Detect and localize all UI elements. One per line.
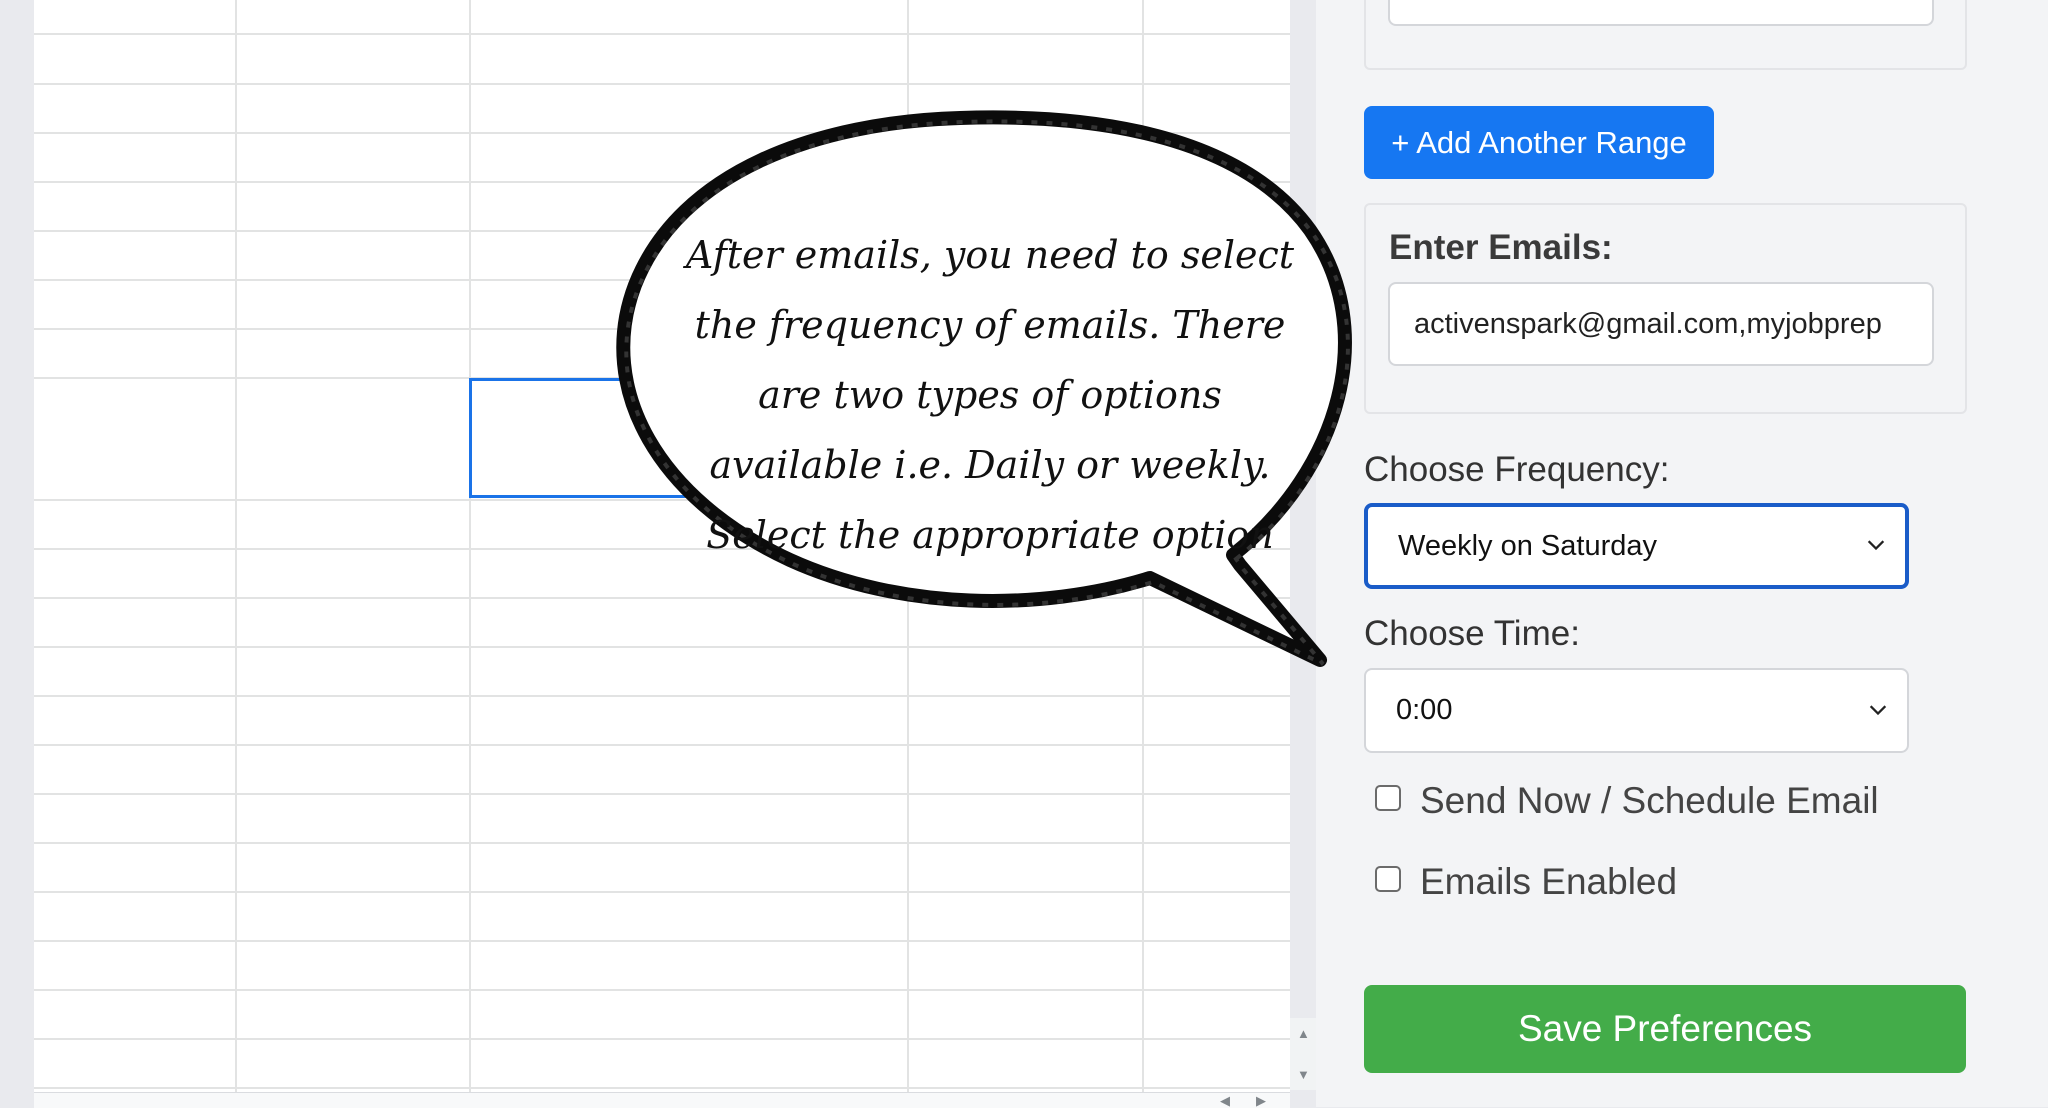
frequency-select[interactable]: Weekly on Saturday	[1364, 503, 1909, 589]
range-card	[1364, 0, 1967, 70]
time-select[interactable]: 0:00	[1364, 668, 1909, 753]
column-divider	[469, 0, 471, 1092]
triangle-right-icon[interactable]: ▶	[1256, 1094, 1266, 1107]
save-preferences-label: Save Preferences	[1517, 1008, 1813, 1049]
row-divider	[34, 83, 1290, 85]
triangle-left-icon[interactable]: ◀	[1220, 1094, 1230, 1107]
emails-enabled-label: Emails Enabled	[1420, 861, 1678, 902]
frequency-select-value: Weekly on Saturday	[1398, 529, 1657, 562]
row-divider	[34, 132, 1290, 134]
row-divider	[34, 181, 1290, 183]
emails-input[interactable]: activenspark@gmail.com,myjobprep	[1388, 282, 1934, 366]
row-divider	[34, 33, 1290, 35]
add-range-button-label: + Add Another Range	[1391, 124, 1687, 160]
triangle-up-icon[interactable]: ▲	[1297, 1027, 1310, 1040]
row-divider	[34, 842, 1290, 844]
send-now-checkbox[interactable]	[1375, 785, 1401, 811]
chevron-down-icon	[1869, 704, 1887, 715]
time-select-value: 0:00	[1396, 694, 1453, 726]
emails-input-value: activenspark@gmail.com,myjobprep	[1414, 307, 1882, 340]
add-range-button[interactable]: + Add Another Range	[1364, 106, 1714, 179]
chevron-down-icon	[1867, 540, 1885, 551]
triangle-down-icon[interactable]: ▼	[1297, 1068, 1310, 1081]
frequency-label: Choose Frequency:	[1364, 450, 1670, 489]
emails-label: Enter Emails:	[1389, 228, 1613, 267]
row-divider	[34, 744, 1290, 746]
row-divider	[34, 940, 1290, 942]
selected-cell[interactable]	[469, 378, 700, 498]
row-divider	[34, 793, 1290, 795]
time-label: Choose Time:	[1364, 614, 1580, 653]
row-divider	[34, 597, 1290, 599]
emails-enabled-checkbox[interactable]	[1375, 866, 1401, 892]
vertical-scrollbar[interactable]: ▲ ▼	[1290, 1018, 1316, 1090]
row-divider	[34, 646, 1290, 648]
row-divider	[34, 989, 1290, 991]
column-divider	[235, 0, 237, 1092]
row-divider	[34, 1087, 1290, 1089]
row-divider	[34, 1038, 1290, 1040]
horizontal-scrollbar[interactable]: ◀ ▶	[34, 1092, 1290, 1108]
save-preferences-button[interactable]: Save Preferences	[1364, 985, 1966, 1073]
send-now-label: Send Now / Schedule Email	[1420, 780, 1879, 821]
row-divider	[34, 891, 1290, 893]
range-input[interactable]	[1388, 0, 1934, 26]
row-divider	[34, 695, 1290, 697]
callout-text: After emails, you need to select the fre…	[685, 233, 1295, 557]
